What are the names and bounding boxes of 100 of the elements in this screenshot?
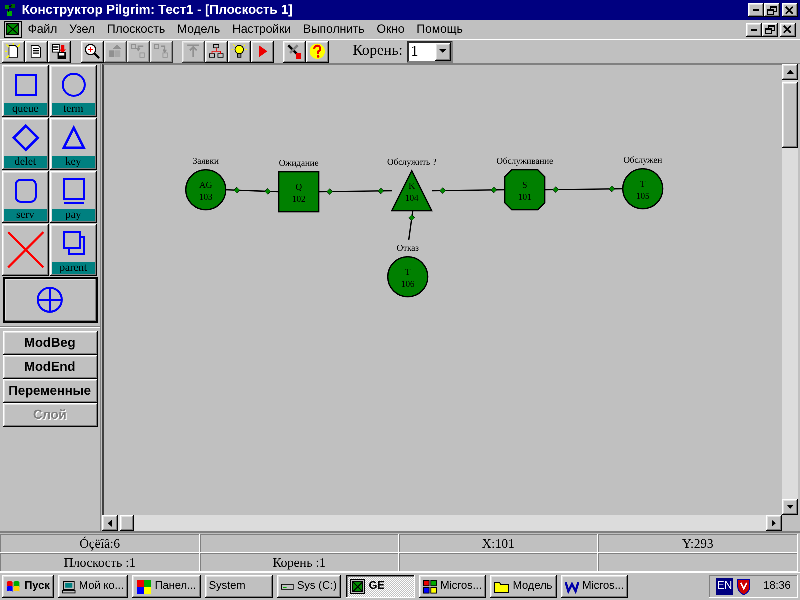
tools-icon — [286, 43, 303, 60]
node-label: Заявки — [192, 156, 220, 166]
clock: 18:36 — [763, 579, 791, 594]
toolbar-button[interactable] — [25, 40, 48, 62]
tool-label: key — [52, 156, 95, 168]
node-number: 106 — [401, 279, 415, 289]
light-bulb-icon — [231, 43, 248, 60]
scroll-thumb[interactable] — [782, 82, 798, 148]
root-value: 1 — [410, 42, 418, 60]
tool-label: term — [52, 103, 95, 115]
toolbar-button[interactable] — [81, 40, 104, 62]
node-label: Ожидание — [279, 158, 319, 168]
toolbar-button[interactable] — [283, 40, 306, 62]
language-indicator[interactable]: EN — [716, 578, 734, 595]
taskbar-button[interactable]: Micros... — [561, 575, 628, 598]
root-label: Корень: — [353, 42, 403, 62]
close-button[interactable] — [782, 3, 798, 17]
scroll-down-button[interactable] — [782, 499, 798, 515]
palette-button[interactable]: Переменные — [2, 379, 98, 403]
move-up-icon — [107, 43, 124, 60]
node-code: T — [405, 267, 411, 277]
tool-button[interactable]: delet — [2, 118, 49, 170]
tool-button[interactable]: key — [50, 118, 97, 170]
toolbar-button[interactable] — [228, 40, 251, 62]
tool-button[interactable]: serv — [2, 171, 49, 223]
tool-label: delet — [4, 156, 47, 168]
save-icon — [51, 43, 68, 60]
menu-item[interactable]: Файл — [22, 21, 64, 38]
scroll-up-button[interactable] — [782, 64, 798, 80]
taskbar-button[interactable]: Sys (C:) — [277, 575, 341, 598]
tool-button[interactable]: parent — [50, 224, 97, 276]
toolbar-button[interactable] — [306, 40, 329, 62]
toolbar-button[interactable] — [251, 40, 274, 62]
tool-button[interactable]: term — [50, 65, 97, 117]
triangle-node — [390, 170, 434, 212]
palette-button[interactable]: ModBeg — [2, 331, 98, 355]
start-button[interactable]: Пуск — [2, 575, 54, 598]
scroll-left-button[interactable] — [102, 515, 118, 531]
vertical-scrollbar[interactable] — [782, 64, 798, 515]
document-minimize-button[interactable] — [746, 22, 762, 36]
octagon-node — [504, 169, 546, 211]
menu-item[interactable]: Помощь — [410, 21, 470, 38]
menu-item[interactable]: Плоскость — [101, 21, 172, 38]
scroll-right-button[interactable] — [766, 515, 782, 531]
node-number: 102 — [292, 194, 306, 204]
up-arrow-icon — [786, 70, 794, 74]
tool-label: parent — [52, 262, 95, 274]
node-label: Отказ — [396, 243, 420, 253]
tool-label: serv — [4, 209, 47, 221]
crosshair-icon — [35, 285, 65, 315]
document-close-button[interactable] — [780, 22, 796, 36]
status-field: Óçëîâ:6 — [0, 534, 200, 553]
circle-node — [387, 256, 429, 298]
computer-icon — [62, 578, 76, 594]
shield-icon — [737, 578, 752, 594]
minimize-button[interactable] — [748, 3, 764, 17]
node-label: Обслуживание — [496, 156, 554, 166]
taskbar-button[interactable]: Мой ко... — [58, 575, 128, 598]
node-label: Обслужить ? — [387, 157, 437, 167]
close-icon — [785, 6, 795, 14]
node-label: Обслужен — [624, 155, 662, 165]
scroll-thumb[interactable] — [120, 515, 134, 531]
node-number: 103 — [199, 192, 213, 202]
toolbar-button[interactable] — [2, 40, 25, 62]
status-field: X:101 — [399, 534, 598, 553]
restore-button[interactable] — [764, 3, 780, 17]
help-icon — [309, 43, 326, 60]
menu-item[interactable]: Окно — [370, 21, 411, 38]
status-field: Корень :1 — [200, 553, 399, 572]
taskbar-button[interactable]: GE — [346, 575, 415, 598]
dropdown-button[interactable] — [434, 42, 451, 60]
palette-button[interactable]: ModEnd — [2, 355, 98, 379]
down-arrow-icon — [786, 505, 794, 509]
taskbar-button[interactable]: Micros... — [419, 575, 486, 598]
menu-item[interactable]: Настройки — [226, 21, 298, 38]
menu-item[interactable]: Узел — [64, 21, 102, 38]
tool-button[interactable]: queue — [2, 65, 49, 117]
root-combo-box[interactable]: 1 — [406, 40, 453, 62]
window-title: Конструктор Pilgrim: Тест1 - [Плоскость 1] — [22, 1, 294, 20]
toolbar-button[interactable] — [205, 40, 228, 62]
zoom-icon — [84, 43, 101, 60]
menu-item[interactable]: Выполнить — [297, 21, 371, 38]
taskbar-button[interactable]: System — [205, 575, 273, 598]
tool-button[interactable] — [2, 224, 49, 276]
node-number: 105 — [636, 191, 650, 201]
crosshair-tool-button[interactable] — [2, 277, 98, 323]
tool-button[interactable]: pay — [50, 171, 97, 223]
restore-icon — [765, 25, 775, 34]
node-code: K — [408, 181, 416, 191]
close-icon — [783, 25, 793, 34]
tool-label: pay — [52, 209, 95, 221]
toolbar-button[interactable] — [48, 40, 71, 62]
horizontal-scrollbar[interactable] — [102, 515, 782, 531]
taskbar-button[interactable]: Панел... — [132, 575, 201, 598]
app-icon — [350, 578, 366, 594]
connector — [408, 210, 416, 240]
app-icon — [2, 2, 18, 18]
taskbar-button[interactable]: Модель — [490, 575, 557, 598]
document-restore-button[interactable] — [762, 22, 778, 36]
menu-item[interactable]: Модель — [171, 21, 226, 38]
